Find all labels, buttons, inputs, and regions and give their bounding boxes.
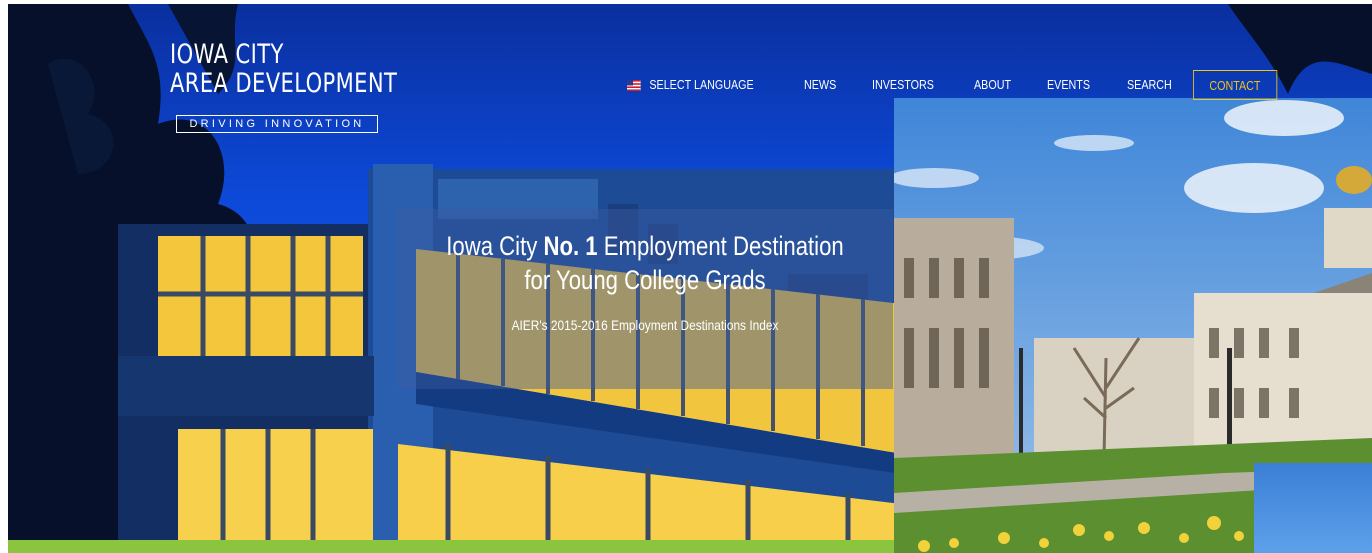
logo-line-1: IOWA CITY: [170, 39, 284, 70]
headline-line-2: for Young College Grads: [524, 265, 766, 295]
logo-line-2: AREA DEVELOPMENT: [170, 68, 398, 99]
nav-contact-button[interactable]: CONTACT: [1193, 70, 1277, 100]
green-band: [8, 540, 894, 553]
headline-post: Employment Destination: [597, 231, 844, 261]
secondary-photo-panel: [1254, 463, 1372, 553]
nav-select-language[interactable]: SELECT LANGUAGE: [627, 78, 754, 92]
hero-subline: AIER's 2015-2016 Employment Destinations…: [511, 317, 779, 333]
site-logo[interactable]: IOWA CITY AREA DEVELOPMENT DRIVING INNOV…: [170, 39, 398, 133]
main-nav: SELECT LANGUAGE NEWS INVESTORS ABOUT EVE…: [627, 68, 1291, 102]
nav-events[interactable]: EVENTS: [1047, 78, 1090, 92]
headline-pre: Iowa City: [446, 231, 544, 261]
logo-tagline: DRIVING INNOVATION: [176, 115, 378, 133]
nav-investors[interactable]: INVESTORS: [872, 78, 934, 92]
us-flag-icon: [627, 80, 641, 92]
hero-headline: Iowa City No. 1 Employment Destination f…: [442, 229, 849, 297]
nav-search[interactable]: SEARCH: [1127, 78, 1172, 92]
headline-rank: No. 1: [543, 231, 598, 261]
page: IOWA CITY AREA DEVELOPMENT DRIVING INNOV…: [0, 0, 1372, 553]
nav-about[interactable]: ABOUT: [974, 78, 1011, 92]
nav-select-language-label: SELECT LANGUAGE: [649, 78, 754, 92]
hero-headline-box: Iowa City No. 1 Employment Destination f…: [397, 209, 893, 389]
nav-news[interactable]: NEWS: [804, 78, 836, 92]
